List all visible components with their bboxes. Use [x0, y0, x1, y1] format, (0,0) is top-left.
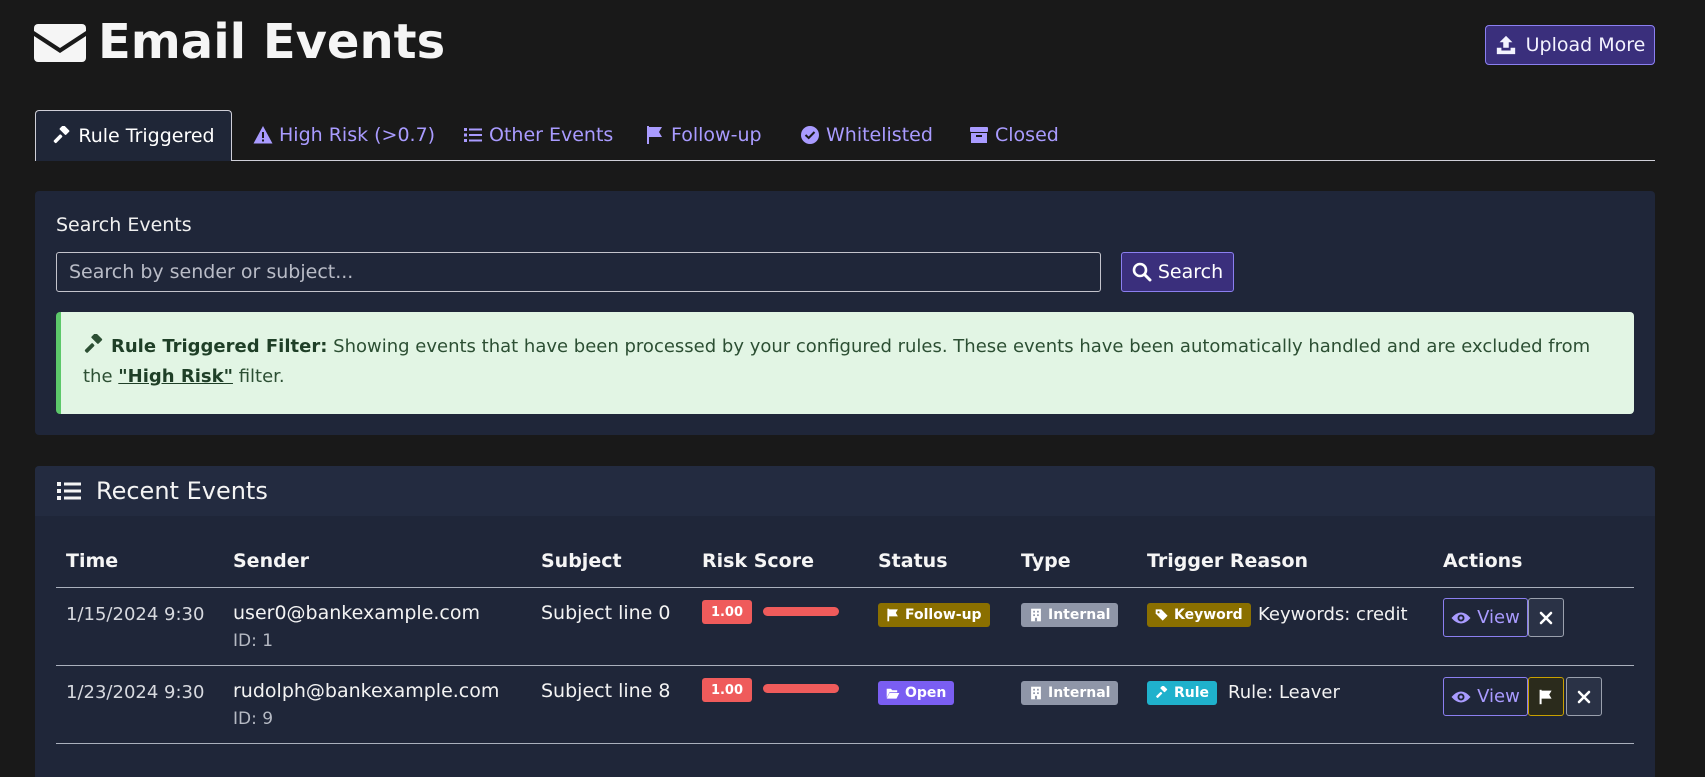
gavel-icon [1156, 686, 1168, 698]
tab-rule-triggered[interactable]: Rule Triggered [35, 110, 232, 161]
status-badge: Follow-up [878, 603, 990, 627]
view-button[interactable]: View [1443, 598, 1528, 637]
tab-label: High Risk (>0.7) [279, 124, 436, 146]
tab-label: Rule Triggered [78, 125, 215, 147]
type-badge: Internal [1021, 603, 1119, 627]
list-icon [57, 482, 81, 500]
trigger-reason-text: Keywords: credit [1258, 604, 1408, 625]
gavel-icon [54, 126, 70, 144]
tab-label: Other Events [489, 124, 614, 146]
high-risk-link[interactable]: "High Risk" [118, 366, 233, 387]
tab-label: Closed [995, 124, 1059, 146]
type-text: Internal [1048, 607, 1111, 623]
events-title-text: Recent Events [96, 477, 268, 505]
events-header [35, 466, 1655, 516]
row-time: 1/15/2024 9:30 [66, 604, 205, 625]
table-divider [56, 665, 1634, 666]
row-sender: rudolph@bankexample.com [233, 680, 500, 702]
events-title: Recent Events [56, 466, 268, 516]
row-subject: Subject line 8 [541, 680, 671, 702]
tab-follow-up[interactable]: Follow-up [645, 110, 762, 160]
alert-text-after: filter. [238, 366, 285, 387]
list-icon [464, 128, 482, 142]
trigger-badge: Keyword [1147, 603, 1251, 627]
row-time: 1/23/2024 9:30 [66, 682, 205, 703]
rule-filter-alert: Rule Triggered Filter: Showing events th… [56, 312, 1634, 414]
alert-title: Rule Triggered Filter: [111, 336, 328, 357]
risk-score-bar [763, 684, 839, 693]
search-button[interactable]: Search [1121, 252, 1234, 292]
tab-whitelisted[interactable]: Whitelisted [800, 110, 933, 160]
view-label: View [1477, 607, 1520, 628]
search-input[interactable] [56, 252, 1101, 292]
close-icon [1539, 611, 1553, 624]
column-header-risk-score: Risk Score [702, 550, 814, 572]
search-label: Search Events [56, 214, 192, 236]
close-event-button[interactable] [1528, 598, 1564, 637]
row-id: ID: 9 [233, 709, 274, 729]
status-badge: Open [878, 681, 955, 705]
risk-score-badge: 1.00 [702, 678, 752, 702]
row-subject: Subject line 0 [541, 602, 671, 624]
follow-up-button[interactable] [1528, 677, 1564, 716]
page-title: Email Events [34, 10, 445, 74]
table-divider [56, 587, 1634, 588]
type-badge: Internal [1021, 681, 1119, 705]
archive-icon [970, 127, 988, 143]
building-icon [1031, 686, 1041, 700]
view-label: View [1477, 686, 1520, 707]
upload-icon [1496, 35, 1515, 55]
page-title-text: Email Events [98, 14, 446, 70]
warning-icon [253, 126, 273, 144]
tabs-divider [35, 160, 1655, 161]
search-button-label: Search [1157, 261, 1224, 283]
flag-icon [1539, 689, 1552, 704]
upload-more-button[interactable]: Upload More [1485, 25, 1655, 65]
folder-open-icon [886, 688, 900, 699]
tab-high-risk[interactable]: High Risk (>0.7) [253, 110, 435, 160]
flag-icon [647, 126, 662, 144]
trigger-badge: Rule [1147, 681, 1218, 705]
tab-other-events[interactable]: Other Events [463, 110, 613, 160]
status-text: Follow-up [905, 607, 982, 623]
close-event-button[interactable] [1566, 677, 1602, 716]
trigger-badge-text: Rule [1174, 685, 1210, 701]
column-header-subject: Subject [541, 550, 622, 572]
eye-icon [1451, 691, 1471, 702]
column-header-trigger-reason: Trigger Reason [1147, 550, 1309, 572]
status-text: Open [905, 685, 947, 701]
search-icon [1132, 262, 1152, 282]
envelope-icon [34, 24, 86, 62]
flag-icon [887, 608, 898, 622]
close-icon [1577, 690, 1591, 703]
column-header-actions: Actions [1443, 550, 1523, 572]
tags-icon [1155, 609, 1168, 621]
trigger-reason-text: Rule: Leaver [1228, 682, 1340, 703]
view-button[interactable]: View [1443, 677, 1528, 716]
table-divider [56, 743, 1634, 744]
check-circle-icon [801, 126, 819, 144]
column-header-sender: Sender [233, 550, 309, 572]
trigger-badge-text: Keyword [1174, 607, 1243, 623]
upload-more-label: Upload More [1525, 34, 1646, 56]
risk-score-bar [763, 607, 839, 616]
eye-icon [1451, 612, 1471, 623]
type-text: Internal [1048, 685, 1111, 701]
row-sender: user0@bankexample.com [233, 602, 480, 624]
building-icon [1031, 608, 1041, 622]
tab-label: Whitelisted [826, 124, 933, 146]
row-id: ID: 1 [233, 631, 274, 651]
risk-score-badge: 1.00 [702, 600, 752, 624]
gavel-icon [84, 333, 103, 353]
column-header-time: Time [66, 550, 119, 572]
tab-closed[interactable]: Closed [969, 110, 1059, 160]
column-header-type: Type [1021, 550, 1071, 572]
column-header-status: Status [878, 550, 948, 572]
tab-label: Follow-up [671, 124, 762, 146]
